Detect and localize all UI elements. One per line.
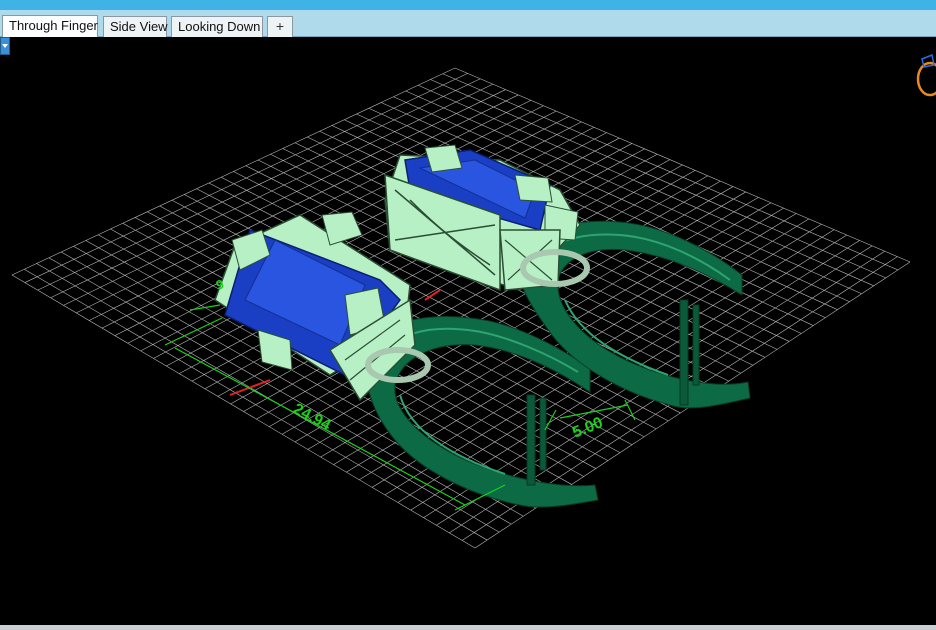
tab-through-finger[interactable]: Through Finger xyxy=(2,15,98,38)
left-gem-setting[interactable] xyxy=(214,211,416,402)
view-tab-bar: Through Finger Side View Looking Down + xyxy=(0,10,936,38)
tab-looking-down[interactable]: Looking Down xyxy=(171,16,263,37)
title-strip xyxy=(0,0,936,10)
3d-viewport[interactable]: 24.94 5.00 9 xyxy=(0,37,936,625)
plus-icon: + xyxy=(275,18,285,34)
status-edge xyxy=(0,625,936,630)
ring-orientation-icon[interactable] xyxy=(910,45,936,101)
tab-side-view[interactable]: Side View xyxy=(103,16,168,37)
add-tab-button[interactable]: + xyxy=(267,16,293,37)
length-dimension-label: 24.94 xyxy=(290,401,333,435)
scene-canvas[interactable]: 24.94 5.00 9 xyxy=(0,37,936,625)
axis-marker-y xyxy=(229,379,271,396)
right-gem-setting[interactable] xyxy=(384,144,581,292)
width-dimension-label: 5.00 xyxy=(570,414,605,441)
chevron-down-icon xyxy=(2,44,8,48)
view-menu-button[interactable] xyxy=(0,37,10,55)
